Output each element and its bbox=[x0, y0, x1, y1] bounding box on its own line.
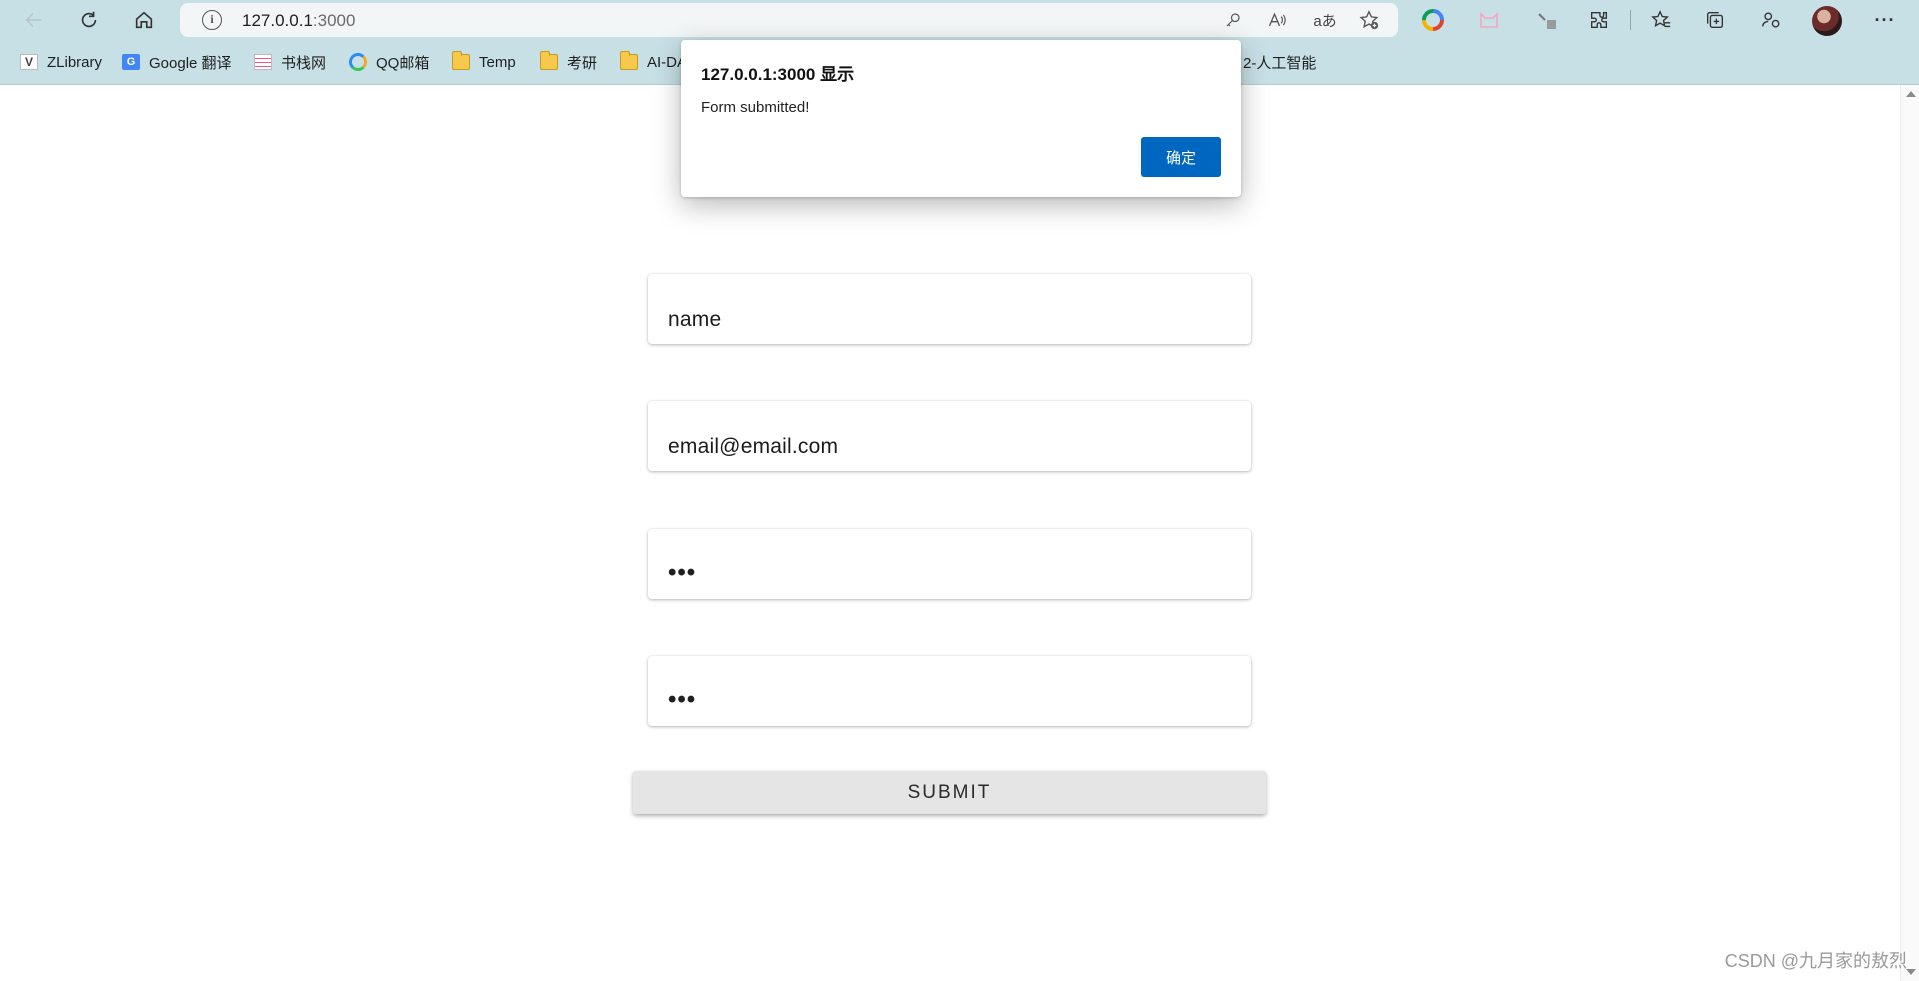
extensions-puzzle-icon[interactable] bbox=[1586, 7, 1612, 33]
name-field[interactable]: name bbox=[648, 274, 1251, 344]
bookmark-folder-temp[interactable]: Temp bbox=[452, 51, 516, 73]
collections-icon[interactable] bbox=[1702, 7, 1728, 33]
bookmark-label: 考研 bbox=[567, 54, 598, 72]
folder-icon bbox=[620, 51, 638, 70]
email-field[interactable]: email@email.com bbox=[648, 401, 1251, 471]
alert-dialog: 127.0.0.1:3000 显示 Form submitted! 确定 bbox=[681, 40, 1241, 197]
qq-mail-icon bbox=[349, 53, 367, 71]
dialog-ok-button[interactable]: 确定 bbox=[1141, 137, 1221, 177]
address-bar[interactable]: i 127.0.0.1:3000 aあ bbox=[180, 3, 1398, 37]
url-host: 127.0.0.1 bbox=[242, 11, 313, 30]
url-port: :3000 bbox=[312, 11, 356, 30]
folder-icon bbox=[452, 51, 470, 70]
page-scrollbar[interactable] bbox=[1900, 85, 1919, 981]
bookmark-label: Temp bbox=[479, 53, 516, 71]
more-icon[interactable]: ··· bbox=[1872, 7, 1898, 33]
extension-cat-icon[interactable] bbox=[1476, 7, 1502, 33]
add-favorite-icon[interactable] bbox=[1358, 9, 1380, 31]
name-field-value: name bbox=[668, 308, 722, 331]
toolbar-separator bbox=[1630, 10, 1631, 30]
address-url[interactable]: 127.0.0.1:3000 bbox=[242, 11, 355, 31]
bookmark-label: 2-人工智能 bbox=[1243, 54, 1317, 72]
home-icon[interactable] bbox=[130, 6, 158, 34]
bookmark-bookstack[interactable]: 书栈网 bbox=[254, 51, 326, 73]
refresh-icon[interactable] bbox=[75, 6, 103, 34]
password-mask: ••• bbox=[668, 559, 697, 586]
bookmark-folder-kaoyan[interactable]: 考研 bbox=[540, 51, 597, 73]
site-info-icon[interactable]: i bbox=[202, 10, 222, 30]
email-field-value: email@email.com bbox=[668, 435, 839, 458]
extension-color-wheel-icon[interactable] bbox=[1420, 7, 1446, 33]
confirm-password-mask: ••• bbox=[668, 686, 697, 713]
bookmark-label: ZLibrary bbox=[47, 53, 103, 71]
read-aloud-icon[interactable] bbox=[1266, 9, 1288, 31]
dialog-message: Form submitted! bbox=[701, 99, 810, 116]
csdn-watermark: CSDN @九月家的敖烈 bbox=[1724, 951, 1907, 971]
favorites-icon[interactable] bbox=[1648, 7, 1674, 33]
dialog-title: 127.0.0.1:3000 显示 bbox=[701, 65, 855, 84]
bookmark-label: QQ邮箱 bbox=[376, 54, 430, 72]
profile-sync-icon[interactable] bbox=[1758, 7, 1784, 33]
profile-avatar[interactable] bbox=[1812, 6, 1842, 36]
password-key-icon[interactable] bbox=[1222, 9, 1244, 31]
password-field[interactable]: ••• bbox=[648, 529, 1251, 599]
translate-icon[interactable]: aあ bbox=[1310, 9, 1340, 31]
scroll-down-icon[interactable] bbox=[1906, 969, 1916, 975]
bookmark-qq-mail[interactable]: QQ邮箱 bbox=[349, 51, 429, 73]
bookmark-label: 书栈网 bbox=[281, 54, 327, 72]
confirm-password-field[interactable]: ••• bbox=[648, 656, 1251, 726]
folder-icon bbox=[540, 51, 558, 70]
bookmark-folder-ai-da[interactable]: AI-DA bbox=[620, 51, 687, 73]
bookmark-zlibrary[interactable]: V ZLibrary bbox=[20, 51, 102, 73]
bookmark-google-translate[interactable]: G Google 翻译 bbox=[122, 51, 232, 73]
scroll-up-icon[interactable] bbox=[1906, 91, 1916, 97]
bookmark-label: Google 翻译 bbox=[149, 54, 232, 72]
zlibrary-icon: V bbox=[20, 54, 38, 70]
extension-pin-icon[interactable] bbox=[1534, 7, 1560, 33]
google-translate-icon: G bbox=[122, 54, 140, 70]
bookstack-icon bbox=[254, 54, 272, 70]
back-icon[interactable] bbox=[20, 6, 48, 34]
browser-toolbar: i 127.0.0.1:3000 aあ ··· bbox=[0, 0, 1919, 40]
submit-button[interactable]: SUBMIT bbox=[633, 771, 1266, 814]
